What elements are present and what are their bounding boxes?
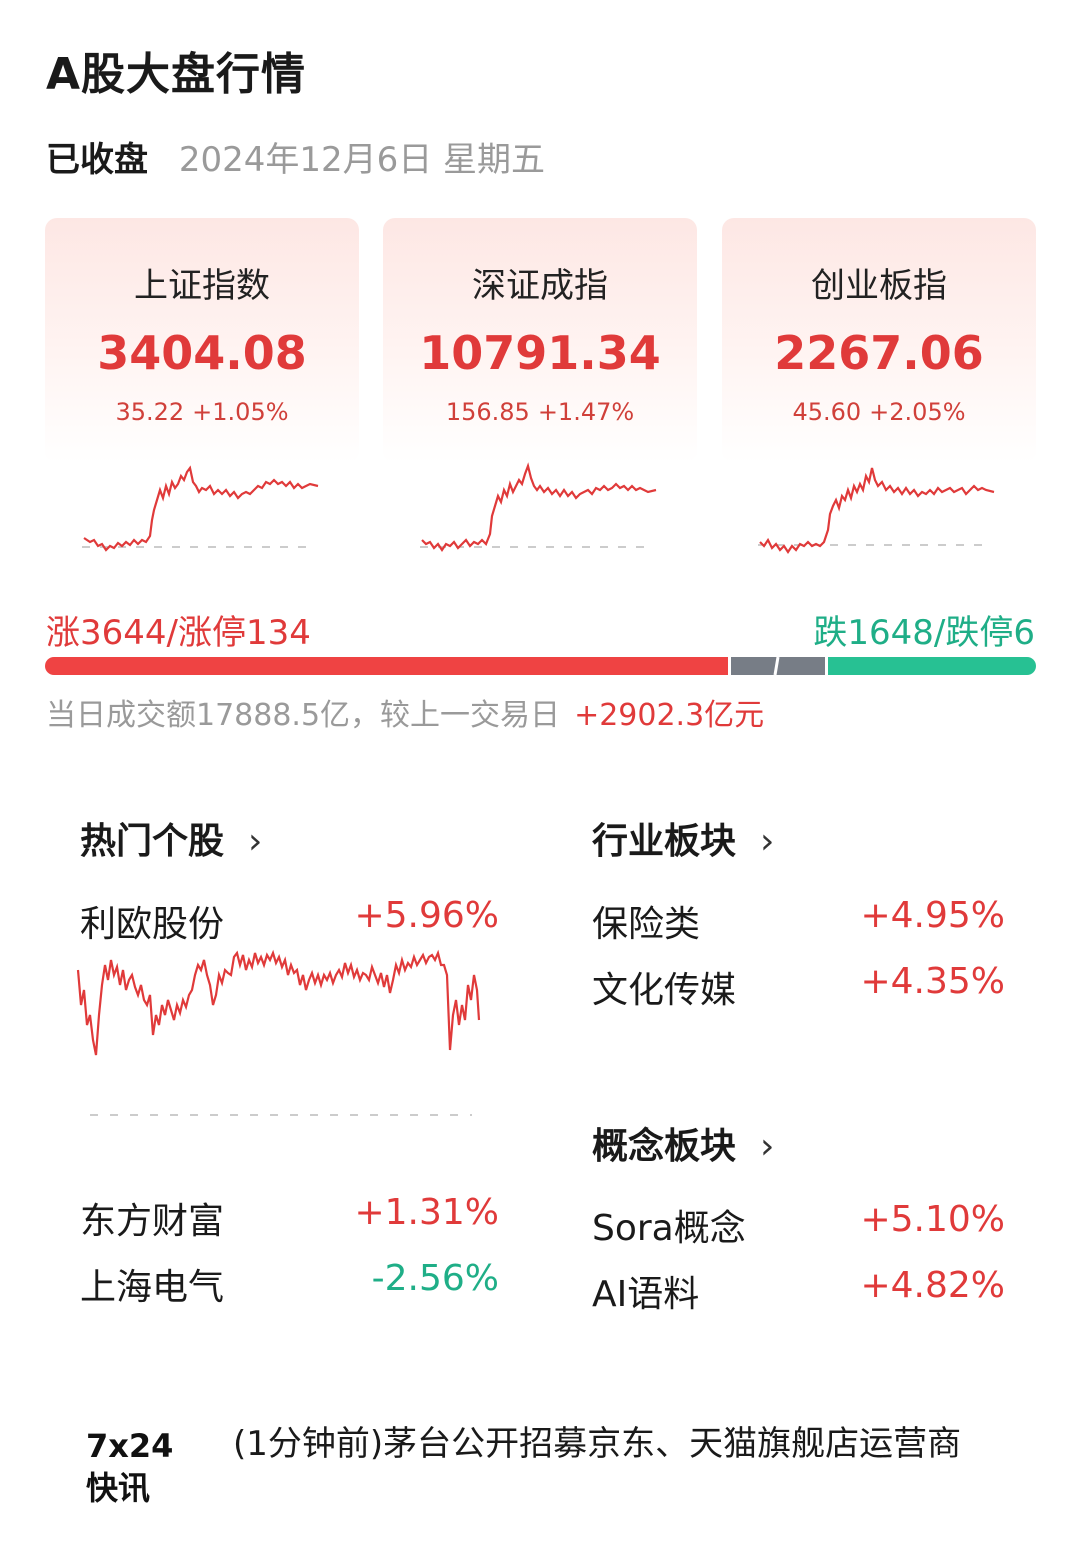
industry-header[interactable]: 行业板块 › <box>592 812 774 864</box>
chevron-right-icon: › <box>760 1126 775 1167</box>
page-title: A股大盘行情 <box>46 49 307 100</box>
stock-name[interactable]: 上海电气 <box>80 1258 224 1310</box>
index-change: 35.22 +1.05% <box>45 398 359 426</box>
stock-pct: -2.56% <box>371 1258 499 1299</box>
sparkline-path <box>83 465 319 552</box>
turnover-delta: +2902.3亿元 <box>574 698 765 733</box>
sparkline-path <box>421 462 657 552</box>
index-card-sh[interactable]: 上证指数 3404.08 35.22 +1.05% <box>45 218 359 463</box>
sparkline-cyb <box>758 467 995 554</box>
index-change-abs: 35.22 <box>115 398 185 426</box>
market-status-line: 已收盘 2024年12月6日 星期五 <box>46 132 545 181</box>
breadth-bar-up <box>45 657 728 675</box>
index-change-pct: +2.05% <box>869 398 966 426</box>
news-headline[interactable]: (1分钟前)茅台公开招募京东、天猫旗舰店运营商 <box>233 1415 993 1473</box>
concept-name[interactable]: Sora概念 <box>592 1199 746 1251</box>
breadth-bar-down <box>828 657 1036 675</box>
market-status: 已收盘 <box>46 140 148 180</box>
sparkline-sz <box>420 462 657 552</box>
index-change: 45.60 +2.05% <box>722 398 1036 426</box>
index-change-pct: +1.05% <box>192 398 289 426</box>
hot-stocks-title: 热门个股 <box>80 821 225 862</box>
decliners-count: 跌1648/跌停6 <box>813 613 1035 653</box>
concept-pct: +4.82% <box>860 1265 1005 1306</box>
concept-pct: +5.10% <box>860 1199 1005 1240</box>
index-card-cyb[interactable]: 创业板指 2267.06 45.60 +2.05% <box>722 218 1036 463</box>
sector-pct: +4.35% <box>860 961 1005 1002</box>
sector-name[interactable]: 文化传媒 <box>592 961 736 1013</box>
news-flash-logo: 7x24 快讯 <box>86 1425 176 1509</box>
concept-name[interactable]: AI语料 <box>592 1265 699 1317</box>
turnover-line: 当日成交额17888.5亿，较上一交易日 +2902.3亿元 <box>46 690 764 734</box>
concept-title: 概念板块 <box>592 1126 737 1167</box>
sparkline-path <box>759 467 995 554</box>
index-change-abs: 156.85 <box>445 398 530 426</box>
index-price: 3404.08 <box>97 326 307 380</box>
stock-pct: +5.96% <box>354 895 499 936</box>
index-change-abs: 45.60 <box>792 398 862 426</box>
index-price: 10791.34 <box>419 326 661 380</box>
sector-name[interactable]: 保险类 <box>592 895 700 947</box>
breadth-bar-dividers <box>773 657 780 675</box>
sector-pct: +4.95% <box>860 895 1005 936</box>
stock-name[interactable]: 东方财富 <box>80 1192 224 1244</box>
turnover-text: 当日成交额17888.5亿，较上一交易日 <box>46 698 561 733</box>
index-name: 深证成指 <box>472 266 608 306</box>
chevron-right-icon: › <box>248 821 263 862</box>
stock-intraday-path <box>76 949 481 1056</box>
stock-pct: +1.31% <box>354 1192 499 1233</box>
stock-name[interactable]: 利欧股份 <box>80 895 224 947</box>
advancers-count: 涨3644/涨停134 <box>46 613 311 653</box>
hot-stocks-header[interactable]: 热门个股 › <box>80 812 262 864</box>
stock-intraday-chart <box>76 949 481 1116</box>
sparkline-sh <box>82 465 319 552</box>
index-change-pct: +1.47% <box>537 398 635 426</box>
concept-header[interactable]: 概念板块 › <box>592 1117 774 1169</box>
index-change: 156.85 +1.47% <box>383 398 697 426</box>
industry-title: 行业板块 <box>592 821 737 862</box>
index-name: 上证指数 <box>134 266 270 306</box>
index-name: 创业板指 <box>811 266 947 306</box>
news-logo-bottom: 快讯 <box>86 1469 151 1507</box>
index-price: 2267.06 <box>774 326 984 380</box>
index-card-sz[interactable]: 深证成指 10791.34 156.85 +1.47% <box>383 218 697 463</box>
chevron-right-icon: › <box>760 821 775 862</box>
news-logo-top: 7x24 <box>86 1427 174 1465</box>
market-date: 2024年12月6日 星期五 <box>178 140 546 180</box>
